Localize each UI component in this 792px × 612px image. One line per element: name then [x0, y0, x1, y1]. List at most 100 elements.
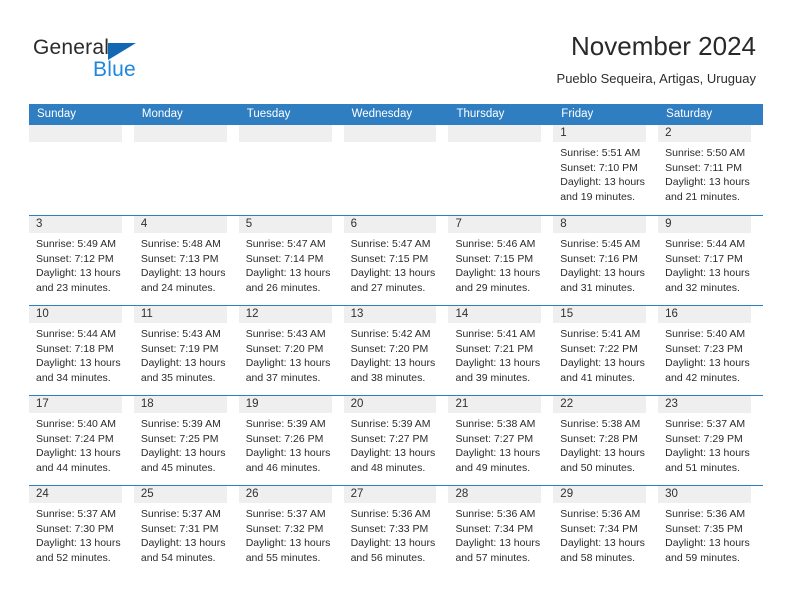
day-number-band: 2 [658, 125, 752, 142]
day-detail-line: Daylight: 13 hours [560, 447, 645, 460]
day-detail-line: Sunset: 7:10 PM [560, 161, 638, 174]
day-detail-line: Sunrise: 5:40 AM [36, 418, 116, 430]
day-detail-line: Daylight: 13 hours [36, 537, 121, 550]
day-detail-lines: Sunrise: 5:49 AM Sunset: 7:12 PM Daylight:… [29, 233, 128, 295]
day-detail-line: and 50 minutes. [560, 461, 636, 474]
day-number: 21 [455, 398, 469, 410]
calendar-day-cell[interactable]: 10 Sunrise: 5:44 AM Sunset: 7:18 PM Dayligh… [29, 306, 134, 395]
calendar-day-cell[interactable]: 20 Sunrise: 5:39 AM Sunset: 7:27 PM Dayligh… [343, 396, 449, 485]
weekday-header-monday: Monday [141, 108, 183, 120]
calendar-day-cell[interactable]: 25 Sunrise: 5:37 AM Sunset: 7:31 PM Dayligh… [133, 486, 239, 575]
title-block: November 2024 Pueblo Sequeira, Artigas, … [557, 30, 756, 87]
calendar-weeks: 1 Sunrise: 5:51 AM Sunset: 7:10 PM Daylight… [29, 125, 763, 575]
calendar-day-cell[interactable]: 28 Sunrise: 5:36 AM Sunset: 7:34 PM Dayligh… [448, 486, 553, 575]
calendar-week-row: 10 Sunrise: 5:44 AM Sunset: 7:18 PM Dayligh… [29, 305, 763, 395]
day-detail-line: Daylight: 13 hours [140, 357, 226, 370]
day-detail-line: Sunrise: 5:47 AM [350, 238, 431, 250]
day-detail-line: Daylight: 13 hours [665, 537, 750, 550]
day-number-band: 1 [553, 125, 647, 142]
day-detail-lines: Sunrise: 5:44 AM Sunset: 7:18 PM Daylight:… [29, 323, 128, 385]
calendar-day-cell[interactable]: 23 Sunrise: 5:37 AM Sunset: 7:29 PM Dayligh… [658, 396, 763, 485]
day-number-band: 12 [238, 306, 332, 323]
day-detail-line: Daylight: 13 hours [560, 537, 645, 550]
day-detail-line: Sunrise: 5:42 AM [350, 328, 431, 340]
day-detail-line: Sunset: 7:31 PM [140, 522, 219, 535]
day-detail-line: Sunrise: 5:37 AM [245, 508, 326, 520]
day-detail-line: Sunrise: 5:37 AM [36, 508, 116, 520]
day-detail-lines: Sunrise: 5:37 AM Sunset: 7:29 PM Daylight:… [658, 413, 757, 475]
day-detail-line: Sunrise: 5:48 AM [140, 238, 221, 250]
day-number-band: 16 [658, 306, 752, 323]
day-number: 14 [455, 308, 469, 320]
day-number-band [238, 125, 332, 142]
calendar-day-cell[interactable]: 18 Sunrise: 5:39 AM Sunset: 7:25 PM Dayligh… [133, 396, 239, 485]
day-number: 29 [560, 488, 574, 500]
day-number: 22 [560, 398, 574, 410]
calendar-day-cell[interactable]: 16 Sunrise: 5:40 AM Sunset: 7:23 PM Dayligh… [658, 306, 763, 395]
day-detail-line: and 37 minutes. [245, 371, 321, 384]
day-number: 1 [560, 127, 567, 139]
weekday-header-row: Sunday Monday Tuesday Wednesday Thursday Frid… [29, 104, 763, 125]
weekday-header-friday: Friday [561, 108, 594, 120]
day-number-band [448, 125, 542, 142]
day-detail-line: Sunset: 7:34 PM [560, 522, 638, 535]
calendar-day-cell[interactable]: 29 Sunrise: 5:36 AM Sunset: 7:34 PM Dayligh… [553, 486, 658, 575]
day-number: 13 [350, 308, 364, 320]
day-detail-lines: Sunrise: 5:44 AM Sunset: 7:17 PM Daylight:… [658, 233, 757, 295]
day-number: 20 [350, 398, 364, 410]
calendar-day-cell[interactable]: 3 Sunrise: 5:49 AM Sunset: 7:12 PM Daylight… [29, 216, 134, 305]
day-detail-line: Sunset: 7:12 PM [36, 252, 114, 265]
day-detail-line: and 32 minutes. [665, 281, 740, 294]
general-blue-logo[interactable]: General Blue [33, 36, 253, 90]
day-detail-line: Daylight: 13 hours [665, 357, 750, 370]
day-detail-line: and 39 minutes. [455, 371, 531, 384]
calendar-day-cell[interactable]: 24 Sunrise: 5:37 AM Sunset: 7:30 PM Dayligh… [29, 486, 134, 575]
page-subtitle: Pueblo Sequeira, Artigas, Uruguay [556, 71, 756, 86]
day-detail-lines: Sunrise: 5:38 AM Sunset: 7:28 PM Daylight:… [553, 413, 652, 475]
weekday-header-sunday: Sunday [37, 108, 77, 120]
day-number-band: 25 [133, 486, 227, 503]
calendar-day-cell[interactable]: 14 Sunrise: 5:41 AM Sunset: 7:21 PM Dayligh… [448, 306, 553, 395]
day-detail-line: and 38 minutes. [350, 371, 426, 384]
calendar-day-cell[interactable]: 12 Sunrise: 5:43 AM Sunset: 7:20 PM Dayligh… [238, 306, 344, 395]
calendar-day-cell[interactable]: 7 Sunrise: 5:46 AM Sunset: 7:15 PM Daylight… [448, 216, 553, 305]
day-number-band: 23 [658, 396, 752, 413]
day-number: 23 [665, 398, 678, 410]
calendar-day-cell[interactable]: 11 Sunrise: 5:43 AM Sunset: 7:19 PM Dayligh… [133, 306, 239, 395]
day-number-band [29, 125, 122, 142]
calendar-day-cell[interactable]: 9 Sunrise: 5:44 AM Sunset: 7:17 PM Daylight… [658, 216, 763, 305]
day-detail-lines: Sunrise: 5:47 AM Sunset: 7:14 PM Daylight:… [239, 233, 338, 295]
day-number-band: 11 [133, 306, 227, 323]
day-detail-line: Sunset: 7:13 PM [140, 252, 219, 265]
day-number: 16 [665, 308, 678, 320]
calendar-day-cell[interactable]: 2 Sunrise: 5:50 AM Sunset: 7:11 PM Daylight… [658, 125, 763, 215]
calendar-day-cell[interactable]: 19 Sunrise: 5:39 AM Sunset: 7:26 PM Dayligh… [238, 396, 344, 485]
calendar-day-cell[interactable]: 6 Sunrise: 5:47 AM Sunset: 7:15 PM Daylight… [343, 216, 449, 305]
calendar-day-cell[interactable]: 5 Sunrise: 5:47 AM Sunset: 7:14 PM Daylight… [238, 216, 344, 305]
day-detail-line: Sunset: 7:28 PM [560, 432, 638, 445]
calendar-day-cell[interactable]: 26 Sunrise: 5:37 AM Sunset: 7:32 PM Dayligh… [238, 486, 344, 575]
calendar-day-cell[interactable]: 22 Sunrise: 5:38 AM Sunset: 7:28 PM Dayligh… [553, 396, 658, 485]
day-detail-line: and 51 minutes. [665, 461, 740, 474]
day-number-band: 30 [658, 486, 752, 503]
calendar-day-cell[interactable]: 1 Sunrise: 5:51 AM Sunset: 7:10 PM Daylight… [553, 125, 658, 215]
day-detail-lines: Sunrise: 5:39 AM Sunset: 7:26 PM Daylight:… [239, 413, 338, 475]
day-detail-line: Sunset: 7:16 PM [560, 252, 638, 265]
day-number-band: 18 [133, 396, 227, 413]
calendar-day-cell[interactable]: 27 Sunrise: 5:36 AM Sunset: 7:33 PM Dayligh… [343, 486, 449, 575]
calendar-day-cell[interactable]: 17 Sunrise: 5:40 AM Sunset: 7:24 PM Dayligh… [29, 396, 134, 485]
day-number: 5 [245, 218, 253, 230]
day-detail-line: and 45 minutes. [140, 461, 216, 474]
calendar-day-cell[interactable]: 15 Sunrise: 5:41 AM Sunset: 7:22 PM Dayligh… [553, 306, 658, 395]
day-detail-lines [344, 142, 443, 146]
day-detail-line: and 44 minutes. [36, 461, 111, 474]
calendar-day-cell[interactable]: 13 Sunrise: 5:42 AM Sunset: 7:20 PM Dayligh… [343, 306, 449, 395]
calendar-day-cell[interactable]: 8 Sunrise: 5:45 AM Sunset: 7:16 PM Daylight… [553, 216, 658, 305]
day-detail-line: and 42 minutes. [665, 371, 740, 384]
calendar-day-cell[interactable]: 30 Sunrise: 5:36 AM Sunset: 7:35 PM Dayligh… [658, 486, 763, 575]
calendar-day-cell[interactable]: 4 Sunrise: 5:48 AM Sunset: 7:13 PM Daylight… [133, 216, 239, 305]
day-detail-line: Sunrise: 5:37 AM [140, 508, 221, 520]
day-number-band: 13 [343, 306, 437, 323]
calendar-day-cell[interactable]: 21 Sunrise: 5:38 AM Sunset: 7:27 PM Dayligh… [448, 396, 553, 485]
weekday-header-thursday: Thursday [456, 108, 505, 120]
